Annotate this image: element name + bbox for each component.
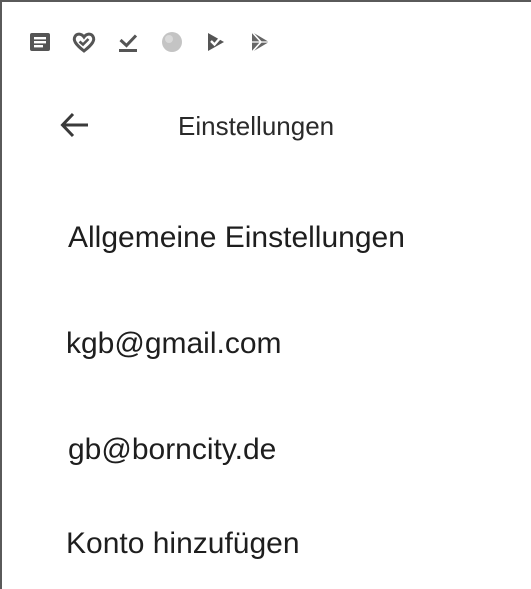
- account-item-kgb[interactable]: kgb@gmail.com: [66, 314, 506, 374]
- back-button[interactable]: [50, 100, 100, 150]
- general-settings-item[interactable]: Allgemeine Einstellungen: [68, 208, 508, 268]
- screen-frame: Einstellungen Allgemeine Einstellungen k…: [0, 0, 531, 589]
- heart-check-icon: [70, 28, 98, 56]
- page-title: Einstellungen: [178, 111, 335, 141]
- notes-icon: [26, 28, 54, 56]
- account-item-gb[interactable]: gb@borncity.de: [68, 420, 508, 480]
- circle-icon: [158, 28, 186, 56]
- play-check-icon: [202, 28, 230, 56]
- play-store-icon: [246, 28, 274, 56]
- arrow-left-icon: [58, 108, 92, 142]
- add-account-item[interactable]: Konto hinzufügen: [66, 514, 506, 574]
- toolbar: Einstellungen: [2, 90, 531, 160]
- status-bar: [26, 24, 274, 60]
- download-icon: [114, 28, 142, 56]
